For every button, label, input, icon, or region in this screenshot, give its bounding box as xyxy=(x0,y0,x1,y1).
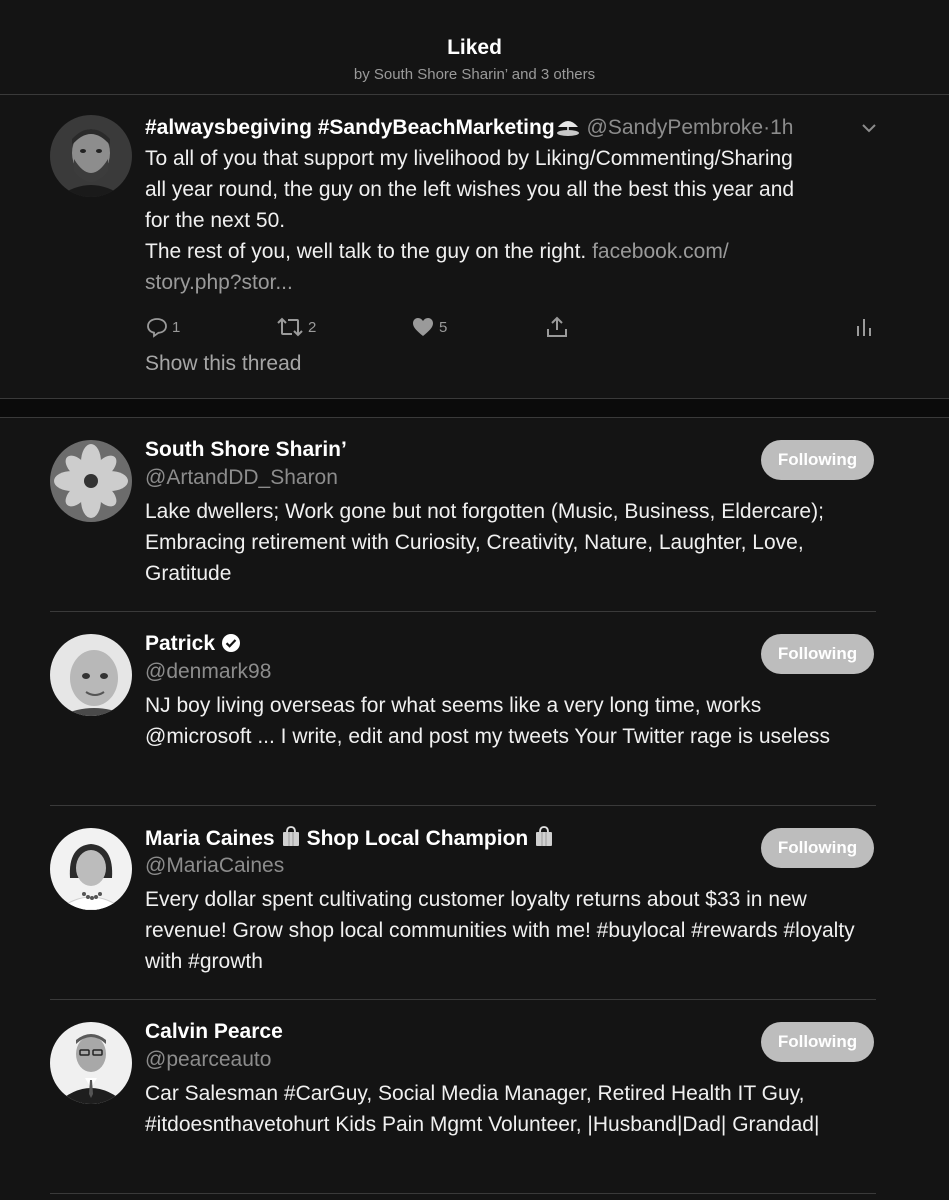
avatar[interactable] xyxy=(50,1022,132,1104)
tweet-text: The rest of you, well talk to the guy on… xyxy=(145,240,587,263)
avatar[interactable] xyxy=(50,828,132,910)
avatar[interactable] xyxy=(50,440,132,522)
tweet[interactable]: #alwaysbegiving #SandyBeachMarketing @Sa… xyxy=(0,95,949,399)
user-cell[interactable]: South Shore Sharin’ @ArtandDD_Sharon Lak… xyxy=(0,418,949,612)
avatar[interactable] xyxy=(50,634,132,716)
user-bio: Car Salesman #CarGuy, Social Media Manag… xyxy=(145,1082,820,1136)
tweet-text-line: all year round, the guy on the left wish… xyxy=(145,178,795,201)
user-name[interactable]: South Shore Sharin’ xyxy=(145,436,347,464)
page-title: Liked xyxy=(447,36,502,59)
user-name[interactable]: Calvin Pearce xyxy=(145,1018,283,1046)
following-button[interactable]: Following xyxy=(761,634,874,674)
show-thread-link[interactable]: Show this thread xyxy=(145,352,301,376)
share-icon xyxy=(547,316,567,337)
section-gap xyxy=(0,399,949,418)
like-button[interactable]: 5 xyxy=(411,312,447,342)
user-name[interactable]: Maria Caines xyxy=(145,827,275,850)
tweet-link-continued[interactable]: story.php?stor... xyxy=(145,267,885,298)
user-bio: NJ boy living overseas for what seems li… xyxy=(145,694,831,748)
following-button[interactable]: Following xyxy=(761,440,874,480)
shopping-bags-icon xyxy=(282,826,299,846)
user-handle[interactable]: @MariaCaines xyxy=(145,852,284,880)
share-button[interactable] xyxy=(545,312,569,342)
user-handle[interactable]: @ArtandDD_Sharon xyxy=(145,464,338,492)
page-subtitle: by South Shore Sharin’ and 3 others xyxy=(353,66,596,83)
user-name[interactable]: Patrick xyxy=(145,632,215,655)
tweet-text-line: To all of you that support my livelihood… xyxy=(145,147,793,170)
reply-count: 1 xyxy=(172,318,181,336)
user-cell[interactable]: Calvin Pearce @pearceauto Car Salesman #… xyxy=(0,1000,949,1194)
user-bio: Lake dwellers; Work gone but not forgott… xyxy=(145,500,824,585)
tweet-header: #alwaysbegiving #SandyBeachMarketing @Sa… xyxy=(145,113,885,142)
tweet-author-handle[interactable]: @SandyPembroke xyxy=(587,116,764,139)
shopping-bags-icon xyxy=(536,826,553,846)
tweet-author-name[interactable]: #alwaysbegiving #SandyBeachMarketing xyxy=(145,116,555,139)
tweet-body: To all of you that support my livelihood… xyxy=(145,143,885,298)
analytics-button[interactable] xyxy=(854,312,874,342)
divider xyxy=(50,1193,876,1194)
tweet-link[interactable]: facebook.com/ xyxy=(592,240,729,263)
verified-badge-icon xyxy=(222,634,241,652)
tweet-timestamp[interactable]: 1h xyxy=(770,116,793,139)
tweet-text-line: for the next 50. xyxy=(145,209,286,232)
beach-umbrella-icon xyxy=(556,121,579,136)
user-name-row: Maria Caines Shop Local Champion xyxy=(145,824,560,853)
user-cell[interactable]: Patrick @denmark98 NJ boy living oversea… xyxy=(0,612,949,806)
retweet-button[interactable]: 2 xyxy=(276,312,316,342)
chevron-down-icon[interactable] xyxy=(860,119,878,137)
tweet-text-line: The rest of you, well talk to the guy on… xyxy=(145,236,885,267)
user-cell[interactable]: Maria Caines Shop Local Champion @MariaCa… xyxy=(0,806,949,1000)
analytics-icon xyxy=(857,319,871,336)
user-bio: Every dollar spent cultivating customer … xyxy=(145,888,855,973)
user-name-row: Patrick xyxy=(145,630,241,658)
tweet-actions: 1 2 5 xyxy=(0,312,949,342)
retweet-count: 2 xyxy=(308,318,317,336)
reply-icon xyxy=(147,318,167,338)
reply-button[interactable]: 1 xyxy=(146,312,180,342)
like-count: 5 xyxy=(439,318,448,336)
tweet-author-avatar[interactable] xyxy=(50,115,132,197)
retweet-icon xyxy=(277,317,303,337)
user-handle[interactable]: @pearceauto xyxy=(145,1046,271,1074)
page-header: Liked by South Shore Sharin’ and 3 other… xyxy=(0,0,949,95)
user-handle[interactable]: @denmark98 xyxy=(145,658,271,686)
heart-icon xyxy=(413,318,433,336)
following-button[interactable]: Following xyxy=(761,828,874,868)
user-name-title[interactable]: Shop Local Champion xyxy=(307,827,529,850)
following-button[interactable]: Following xyxy=(761,1022,874,1062)
